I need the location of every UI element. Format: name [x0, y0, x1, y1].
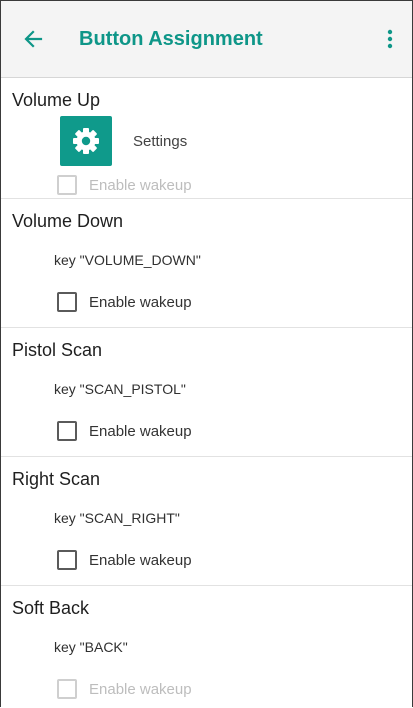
screen: Button Assignment Volume Up Settings Ena… [0, 0, 413, 707]
checkbox-label: Enable wakeup [89, 293, 192, 311]
enable-wakeup-checkbox[interactable]: Enable wakeup [1, 674, 412, 704]
section-title: Pistol Scan [12, 340, 103, 360]
arrow-left-icon [24, 30, 43, 48]
gear-icon [60, 116, 112, 166]
checkbox-label: Enable wakeup [89, 551, 192, 569]
checkbox-box [57, 421, 77, 441]
assigned-app-label: Settings [133, 132, 188, 150]
page-title: Button Assignment [79, 27, 263, 50]
checkbox-box [57, 550, 77, 570]
enable-wakeup-checkbox[interactable]: Enable wakeup [1, 287, 412, 317]
section-title: Soft Back [12, 598, 90, 618]
section-title: Volume Down [12, 211, 124, 231]
checkbox-label: Enable wakeup [89, 176, 192, 194]
enable-wakeup-checkbox[interactable]: Enable wakeup [1, 170, 412, 200]
section-pistol-scan: Pistol Scan key "SCAN_PISTOL" Enable wak… [1, 328, 412, 457]
overflow-menu-button[interactable] [374, 15, 406, 63]
assigned-app-row[interactable]: Settings [1, 116, 412, 166]
more-vert-icon [387, 29, 393, 49]
checkbox-box [57, 175, 77, 195]
section-volume-down: Volume Down key "VOLUME_DOWN" Enable wak… [1, 199, 412, 328]
checkbox-label: Enable wakeup [89, 422, 192, 440]
section-title: Volume Up [12, 90, 101, 110]
key-assignment[interactable]: key "VOLUME_DOWN" [1, 247, 412, 273]
back-button[interactable] [5, 11, 61, 67]
app-bar: Button Assignment [1, 1, 412, 78]
key-assignment[interactable]: key "SCAN_RIGHT" [1, 505, 412, 531]
section-title: Right Scan [12, 469, 101, 489]
enable-wakeup-checkbox[interactable]: Enable wakeup [1, 416, 412, 446]
key-assignment[interactable]: key "BACK" [1, 634, 412, 660]
section-volume-up: Volume Up Settings Enable wakeup [1, 78, 412, 199]
section-right-scan: Right Scan key "SCAN_RIGHT" Enable wakeu… [1, 457, 412, 586]
enable-wakeup-checkbox[interactable]: Enable wakeup [1, 545, 412, 575]
checkbox-label: Enable wakeup [89, 680, 192, 698]
key-assignment[interactable]: key "SCAN_PISTOL" [1, 376, 412, 402]
section-soft-back: Soft Back key "BACK" Enable wakeup [1, 586, 412, 707]
checkbox-box [57, 679, 77, 699]
checkbox-box [57, 292, 77, 312]
